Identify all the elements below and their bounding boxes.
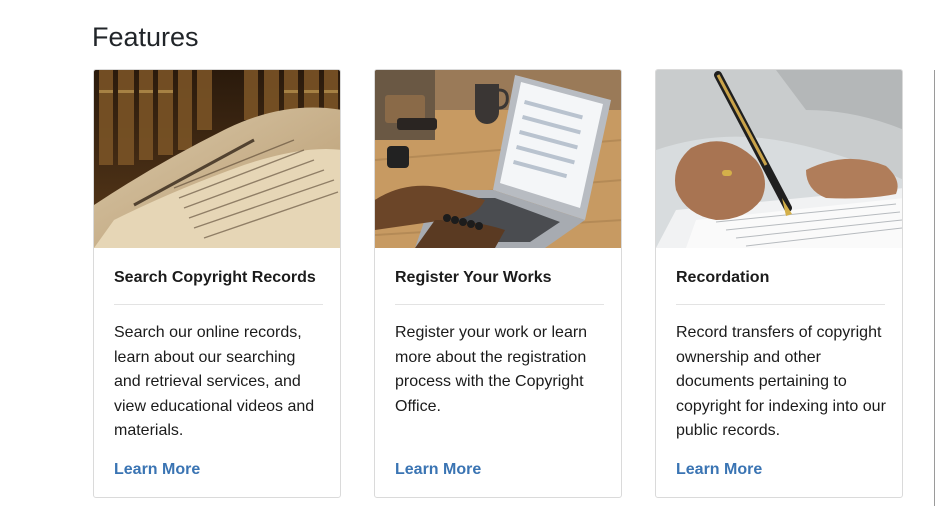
laptop-photo [375, 70, 621, 248]
card-description: Record transfers of copyright ownership … [676, 324, 886, 439]
signing-document-photo [656, 70, 902, 248]
book-photo [94, 70, 340, 248]
learn-more-link[interactable]: Learn More [395, 460, 481, 480]
card-description: Register your work or learn more about t… [395, 324, 588, 415]
learn-more-link[interactable]: Learn More [114, 460, 200, 480]
card-title: Register Your Works [395, 269, 552, 286]
card-title: Search Copyright Records [114, 269, 316, 286]
feature-card-register: Register Your Works Register your work o… [374, 69, 622, 498]
page-edge-divider [934, 70, 935, 506]
feature-card-recordation: Recordation Record transfers of copyrigh… [655, 69, 903, 498]
feature-card-search: Search Copyright Records Search our onli… [93, 69, 341, 498]
section-title: Features [92, 22, 199, 52]
card-divider [676, 304, 885, 305]
card-title: Recordation [676, 269, 770, 286]
card-divider [395, 304, 604, 305]
card-description: Search our online records, learn about o… [114, 324, 315, 439]
learn-more-link[interactable]: Learn More [676, 460, 762, 480]
card-divider [114, 304, 323, 305]
